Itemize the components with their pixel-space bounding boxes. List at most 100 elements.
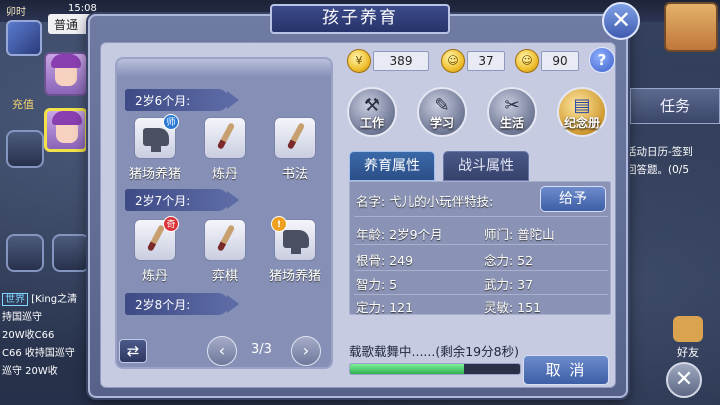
task-text-2[interactable]: 回答题。(0/5: [626, 162, 689, 177]
chat-line: 巡守 20W收: [2, 366, 58, 377]
schedule-item[interactable]: ! 猪场养猪: [263, 216, 327, 284]
work-button[interactable]: ⚒ 工作: [347, 87, 397, 137]
dialog-close-button[interactable]: ✕: [602, 2, 640, 40]
schedule-item[interactable]: 师 猪场养猪: [123, 114, 187, 182]
pet-button[interactable]: [52, 234, 90, 272]
attribute-panel: 名字: 弋儿的小玩伴特技: 给予 年龄: 2岁9个月 师门: 普陀山 根骨: 2…: [349, 181, 611, 315]
next-page-button[interactable]: ›: [291, 336, 321, 366]
smile-icon: ☺: [441, 49, 465, 73]
child-raising-dialog: 孩子养育 ✕ 2岁6个月: 师 猪场养猪 炼丹 书法 2岁7个月: 奇 炼丹 弈…: [88, 2, 640, 398]
prev-page-button[interactable]: ‹: [207, 336, 237, 366]
schedule-item-label: 炼丹: [211, 167, 238, 182]
coin-value: 389: [373, 51, 429, 71]
schedule-item-label: 炼丹: [141, 269, 168, 284]
anvil-icon: 师: [134, 114, 179, 159]
brush-icon: 奇: [134, 216, 179, 261]
tools-icon: ✂: [504, 95, 520, 116]
task-text-1[interactable]: 活动日历-签到: [626, 144, 693, 159]
chat-bubble-button[interactable]: [6, 234, 44, 272]
target-portrait[interactable]: [664, 2, 718, 52]
world-channel-tag[interactable]: 世界: [2, 293, 28, 306]
mood-value: 90: [541, 51, 579, 71]
expand-arrows-button[interactable]: [6, 130, 44, 168]
attr-intelligence: 智力: 5: [356, 277, 398, 292]
age-header: 2岁6个月:: [125, 89, 239, 111]
attr-mind: 念力: 52: [484, 253, 534, 268]
cancel-button[interactable]: 取 消: [523, 355, 609, 385]
attr-agility: 灵敏: 151: [484, 300, 542, 315]
schedule-item-label: 书法: [281, 167, 308, 182]
hud-time-period: 卯时: [6, 7, 26, 18]
warning-badge: !: [271, 216, 287, 232]
special-badge: 奇: [163, 216, 179, 232]
age-header: 2岁8个月:: [125, 293, 239, 315]
schedule-item-label: 猪场养猪: [268, 269, 321, 284]
chat-line: 世界 [King之清: [2, 290, 78, 306]
tab-battle-attributes[interactable]: 战斗属性: [443, 151, 529, 181]
tab-nurture-attributes[interactable]: 养育属性: [349, 151, 435, 181]
divider: [354, 294, 608, 295]
brush-icon: ✎: [434, 95, 450, 116]
child-face-icon: [51, 54, 81, 86]
brush-icon: [274, 117, 316, 159]
schedule-item[interactable]: 奇 炼丹: [123, 216, 187, 284]
dialog-body: 2岁6个月: 师 猪场养猪 炼丹 书法 2岁7个月: 奇 炼丹 弈棋 ! 猪场养…: [100, 42, 616, 388]
life-label: 生活: [499, 116, 524, 130]
schedule-item[interactable]: 书法: [263, 117, 327, 182]
child-portrait-1[interactable]: [44, 52, 88, 96]
currency-happiness: ☺ 37: [441, 49, 507, 73]
chat-line: 持国巡守: [2, 312, 42, 323]
name-and-skill: 名字: 弋儿的小玩伴特技:: [356, 194, 494, 209]
schedule-item-label: 猪场养猪: [128, 167, 181, 182]
recharge-label[interactable]: 充值: [12, 96, 34, 112]
give-button[interactable]: 给予: [540, 186, 606, 212]
chat-line: C66 收持国巡守: [2, 348, 75, 359]
handshake-icon: [673, 316, 703, 342]
chat-text: [King之清: [31, 294, 78, 305]
age-header: 2岁7个月:: [125, 189, 239, 211]
anvil-icon: ⚒: [363, 95, 381, 116]
friend-button[interactable]: 好友: [668, 316, 708, 360]
child-portrait-2-selected[interactable]: [44, 108, 88, 152]
attr-bone: 根骨: 249: [356, 253, 414, 268]
help-button[interactable]: ?: [589, 47, 615, 73]
master-badge: 师: [163, 114, 179, 130]
friend-label: 好友: [677, 346, 699, 359]
divider: [354, 244, 608, 245]
task-tab[interactable]: 任务: [630, 88, 720, 124]
swap-button[interactable]: ⇄: [119, 339, 147, 363]
currency-mood: ☺ 90: [515, 49, 581, 73]
content-face-icon: ☺: [515, 49, 539, 73]
attr-school: 师门: 普陀山: [484, 227, 555, 242]
brush-icon: [204, 117, 246, 159]
divider: [354, 270, 608, 271]
study-label: 学习: [429, 116, 454, 130]
currency-coin: ¥ 389: [347, 49, 433, 73]
child-face-icon: [52, 111, 82, 143]
schedule-panel-header: [117, 59, 331, 77]
happiness-value: 37: [467, 51, 505, 71]
study-button[interactable]: ✎ 学习: [417, 87, 467, 137]
divider: [354, 216, 608, 217]
hud-close-button[interactable]: ✕: [666, 362, 702, 398]
player-avatar[interactable]: [6, 20, 42, 56]
page-indicator: 3/3: [251, 342, 272, 357]
schedule-panel: 2岁6个月: 师 猪场养猪 炼丹 书法 2岁7个月: 奇 炼丹 弈棋 ! 猪场养…: [115, 57, 333, 369]
attr-composure: 定力: 121: [356, 300, 414, 315]
album-button[interactable]: ▤ 纪念册: [557, 87, 607, 137]
schedule-item[interactable]: 炼丹: [193, 117, 257, 182]
schedule-item[interactable]: 弈棋: [193, 219, 257, 284]
work-label: 工作: [359, 116, 384, 130]
dialog-title: 孩子养育: [270, 4, 450, 34]
attr-force: 武力: 37: [484, 277, 534, 292]
hud-clock: 15:08: [68, 3, 97, 14]
life-button[interactable]: ✂ 生活: [487, 87, 537, 137]
activity-progress-fill: [350, 364, 464, 374]
album-icon: ▤: [573, 95, 591, 116]
chat-line: 20W收C66: [2, 330, 55, 341]
brush-icon: [204, 219, 246, 261]
schedule-item-label: 弈棋: [211, 269, 238, 284]
activity-status: 载歌载舞中......(剩余19分8秒): [349, 344, 519, 359]
attr-age: 年龄: 2岁9个月: [356, 227, 443, 242]
album-label: 纪念册: [563, 116, 600, 130]
